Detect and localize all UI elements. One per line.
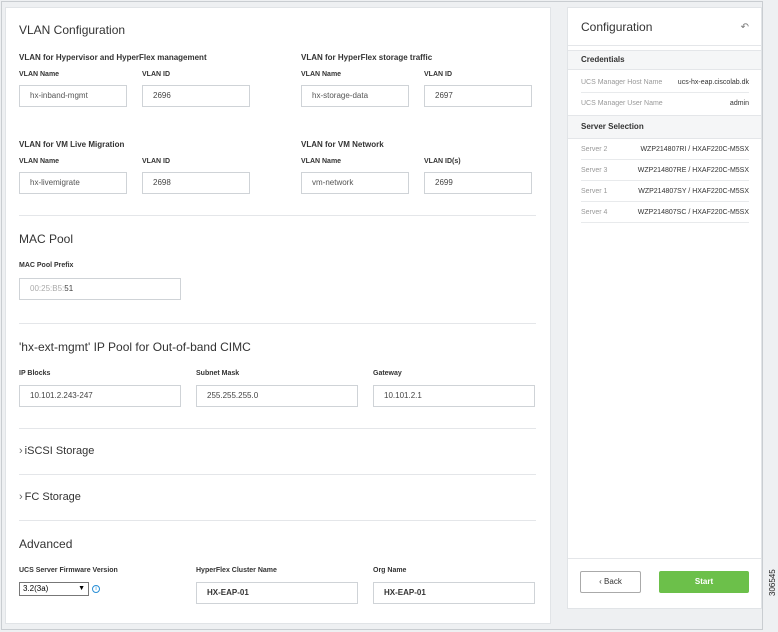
vlan-mgmt-title: VLAN for Hypervisor and HyperFlex manage… <box>19 53 207 62</box>
start-button[interactable]: Start <box>659 571 749 593</box>
cluster-name-input[interactable]: HX-EAP-01 <box>196 582 358 604</box>
server-row: Server 3 WZP214807RE / HXAF220C-M5SX <box>581 160 749 181</box>
info-icon[interactable]: i <box>92 585 100 593</box>
vlan-livemigrate-name-label: VLAN Name <box>19 158 60 165</box>
configuration-panel: Configuration ↶ Credentials UCS Manager … <box>567 7 762 609</box>
credential-row: UCS Manager User Name admin <box>581 93 749 114</box>
subnet-mask-input[interactable]: 255.255.255.0 <box>196 385 358 407</box>
org-name-input[interactable]: HX-EAP-01 <box>373 582 535 604</box>
configuration-header: Configuration ↶ <box>568 8 761 46</box>
credential-row: UCS Manager Host Name ucs-hx-eap.ciscola… <box>581 72 749 93</box>
server-value: WZP214807RE / HXAF220C-M5SX <box>637 167 749 174</box>
configuration-title: Configuration <box>581 20 653 34</box>
ip-blocks-label: IP Blocks <box>19 370 51 377</box>
vlan-storage-id-input[interactable]: 2697 <box>424 85 532 107</box>
chevron-right-icon: › <box>19 445 23 457</box>
firmware-version-label: UCS Server Firmware Version <box>19 567 118 574</box>
credential-value: admin <box>729 100 749 107</box>
vlan-vm-network-title: VLAN for VM Network <box>301 140 384 149</box>
chevron-left-icon: ‹ <box>599 577 602 586</box>
vlan-vm-network-id-input[interactable]: 2699 <box>424 172 532 194</box>
vlan-livemigrate-id-label: VLAN ID <box>142 158 170 165</box>
undo-arrow-icon[interactable]: ↶ <box>741 22 749 33</box>
back-button[interactable]: ‹ Back <box>580 571 641 593</box>
server-key: Server 2 <box>581 146 608 153</box>
server-key: Server 3 <box>581 167 608 174</box>
mac-pool-title: MAC Pool <box>19 232 74 246</box>
vlan-storage-title: VLAN for HyperFlex storage traffic <box>301 53 433 62</box>
mac-pool-prefix-input[interactable]: 00:25:B5:51 <box>19 278 181 300</box>
server-row: Server 4 WZP214807SC / HXAF220C-M5SX <box>581 202 749 223</box>
ip-blocks-input[interactable]: 10.101.2.243-247 <box>19 385 181 407</box>
server-row: Server 2 WZP214807RI / HXAF220C-M5SX <box>581 139 749 160</box>
iscsi-storage-label: iSCSI Storage <box>24 445 95 457</box>
server-key: Server 1 <box>581 188 608 195</box>
credential-key: UCS Manager Host Name <box>581 79 663 86</box>
fc-storage-label: FC Storage <box>24 491 81 503</box>
configuration-footer: ‹ Back Start <box>568 558 761 608</box>
figure-id: 306545 <box>768 569 777 596</box>
vlan-livemigrate-title: VLAN for VM Live Migration <box>19 140 125 149</box>
credential-key: UCS Manager User Name <box>581 100 663 107</box>
advanced-title: Advanced <box>19 537 73 551</box>
vlan-config-title: VLAN Configuration <box>19 23 126 37</box>
vlan-livemigrate-name-input[interactable]: hx-livemigrate <box>19 172 127 194</box>
ip-pool-title: 'hx-ext-mgmt' IP Pool for Out-of-band CI… <box>19 340 251 354</box>
gateway-label: Gateway <box>373 370 402 377</box>
firmware-version-value: 3.2(3a) <box>23 584 49 593</box>
subnet-mask-label: Subnet Mask <box>196 370 240 377</box>
fc-storage-toggle[interactable]: › FC Storage <box>19 491 81 503</box>
vlan-storage-id-label: VLAN ID <box>424 71 452 78</box>
main-panel: VLAN Configuration VLAN for Hypervisor a… <box>5 7 551 624</box>
vlan-mgmt-id-label: VLAN ID <box>142 71 170 78</box>
credentials-label: Credentials <box>581 55 625 64</box>
chevron-right-icon: › <box>19 491 23 503</box>
server-value: WZP214807SY / HXAF220C-M5SX <box>638 188 749 195</box>
mac-prefix-fixed: 00:25:B5: <box>30 284 65 293</box>
server-value: WZP214807SC / HXAF220C-M5SX <box>637 209 749 216</box>
divider <box>19 520 536 521</box>
credentials-section: Credentials <box>568 50 761 70</box>
iscsi-storage-toggle[interactable]: › iSCSI Storage <box>19 445 94 457</box>
back-button-label: Back <box>604 577 622 586</box>
vlan-mgmt-name-input[interactable]: hx-inband-mgmt <box>19 85 127 107</box>
vlan-vm-network-name-label: VLAN Name <box>301 158 342 165</box>
vlan-vm-network-id-label: VLAN ID(s) <box>424 158 461 165</box>
vlan-mgmt-id-input[interactable]: 2696 <box>142 85 250 107</box>
server-key: Server 4 <box>581 209 608 216</box>
vlan-vm-network-name-input[interactable]: vm-network <box>301 172 409 194</box>
server-selection-label: Server Selection <box>581 122 644 131</box>
divider <box>19 215 536 216</box>
divider <box>19 474 536 475</box>
gateway-input[interactable]: 10.101.2.1 <box>373 385 535 407</box>
server-row: Server 1 WZP214807SY / HXAF220C-M5SX <box>581 181 749 202</box>
firmware-version-select[interactable]: 3.2(3a) ▼ <box>19 582 89 596</box>
divider <box>19 323 536 324</box>
server-selection-section: Server Selection <box>568 115 761 139</box>
credential-value: ucs-hx-eap.ciscolab.dk <box>677 79 749 86</box>
cluster-name-label: HyperFlex Cluster Name <box>196 567 277 574</box>
vlan-mgmt-name-label: VLAN Name <box>19 71 60 78</box>
vlan-storage-name-input[interactable]: hx-storage-data <box>301 85 409 107</box>
vlan-storage-name-label: VLAN Name <box>301 71 342 78</box>
server-value: WZP214807RI / HXAF220C-M5SX <box>640 146 749 153</box>
divider <box>19 428 536 429</box>
mac-pool-prefix-label: MAC Pool Prefix <box>19 262 74 269</box>
chevron-down-icon: ▼ <box>78 585 85 592</box>
mac-prefix-value: 51 <box>64 284 74 293</box>
vlan-livemigrate-id-input[interactable]: 2698 <box>142 172 250 194</box>
org-name-label: Org Name <box>373 567 407 574</box>
